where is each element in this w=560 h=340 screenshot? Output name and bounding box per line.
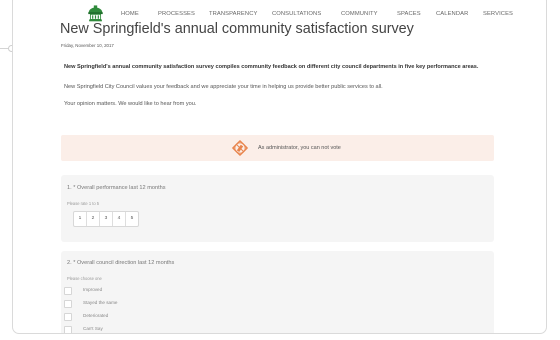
option-label: Deteriorated xyxy=(83,313,109,318)
nav-item-community[interactable]: COMMUNITY xyxy=(341,11,378,17)
intro-paragraph: New Springfield City Council values your… xyxy=(64,84,383,90)
option-checkbox[interactable] xyxy=(64,300,72,308)
question-label: 2. * Overall council direction last 12 m… xyxy=(67,260,175,266)
option-checkbox[interactable] xyxy=(64,326,72,333)
option-checkbox[interactable] xyxy=(64,287,72,295)
option-label: Can't Say xyxy=(83,326,103,331)
nav-item-spaces[interactable]: SPACES xyxy=(397,11,421,17)
browser-frame: HOME PROCESSES TRANSPARENCY CONSULTATION… xyxy=(12,0,547,334)
option-checkbox[interactable] xyxy=(64,313,72,321)
question-label: 1. * Overall performance last 12 months xyxy=(67,185,166,191)
option-label: Improved xyxy=(83,287,103,292)
rating-option-5[interactable]: 5 xyxy=(126,212,138,226)
question-hint: Please choose one xyxy=(67,276,102,281)
question-card-1: 1. * Overall performance last 12 months … xyxy=(61,175,494,242)
ban-ballot-icon xyxy=(232,140,248,156)
rating-option-2[interactable]: 2 xyxy=(87,212,100,226)
rating-selector: 1 2 3 4 5 xyxy=(73,211,139,227)
admin-notice: As administrator, you can not vote xyxy=(61,135,494,161)
nav-item-calendar[interactable]: CALENDAR xyxy=(436,11,468,17)
nav-item-home[interactable]: HOME xyxy=(121,11,139,17)
rating-option-3[interactable]: 3 xyxy=(100,212,113,226)
page-title: New Springfield's annual community satis… xyxy=(60,21,414,37)
rating-option-1[interactable]: 1 xyxy=(74,212,87,226)
nav-item-processes[interactable]: PROCESSES xyxy=(158,11,195,17)
question-hint: Please rate 1 to 5 xyxy=(67,201,100,206)
nav-item-services[interactable]: SERVICES xyxy=(483,11,513,17)
nav-item-consultations[interactable]: CONSULTATIONS xyxy=(272,11,321,17)
intro-paragraph-2: Your opinion matters. We would like to h… xyxy=(64,101,197,107)
city-logo-icon[interactable] xyxy=(87,5,104,22)
publish-date: Friday, November 10, 2017 xyxy=(61,43,114,48)
nav-item-transparency[interactable]: TRANSPARENCY xyxy=(209,11,257,17)
rating-option-4[interactable]: 4 xyxy=(113,212,126,226)
intro-summary: New Springfield's annual community satis… xyxy=(64,64,479,70)
question-card-2: 2. * Overall council direction last 12 m… xyxy=(61,251,494,333)
admin-notice-text: As administrator, you can not vote xyxy=(258,145,341,151)
option-label: Stayed the same xyxy=(83,300,118,305)
